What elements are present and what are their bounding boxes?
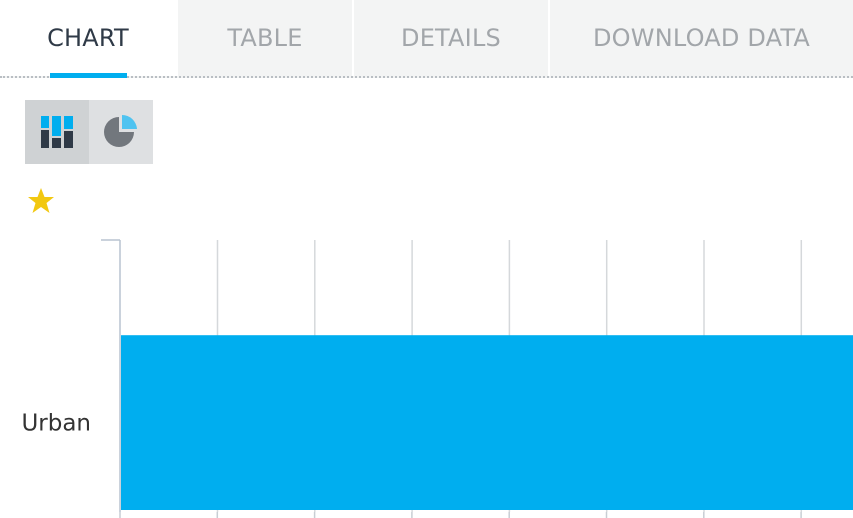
tab-chart-label: CHART bbox=[47, 24, 129, 52]
bar-chart-icon bbox=[41, 116, 73, 148]
bar-chart-view-button[interactable] bbox=[25, 100, 89, 164]
bar-chart: Urban bbox=[21, 239, 853, 518]
tab-bar: CHART TABLE DETAILS DOWNLOAD DATA bbox=[0, 0, 853, 78]
star-icon[interactable] bbox=[26, 186, 56, 216]
tab-table-label: TABLE bbox=[227, 24, 303, 52]
tab-download-data-label: DOWNLOAD DATA bbox=[593, 24, 810, 52]
pie-chart-view-button[interactable] bbox=[89, 100, 153, 164]
tab-details-label: DETAILS bbox=[401, 24, 501, 52]
tab-download-data[interactable]: DOWNLOAD DATA bbox=[550, 0, 853, 76]
tab-chart[interactable]: CHART bbox=[0, 0, 176, 76]
pie-chart-icon bbox=[104, 114, 137, 147]
bar-urban bbox=[121, 335, 853, 510]
category-label: Urban bbox=[21, 411, 91, 437]
tab-table[interactable]: TABLE bbox=[178, 0, 352, 76]
tab-details[interactable]: DETAILS bbox=[354, 0, 548, 76]
active-tab-indicator bbox=[50, 73, 127, 78]
